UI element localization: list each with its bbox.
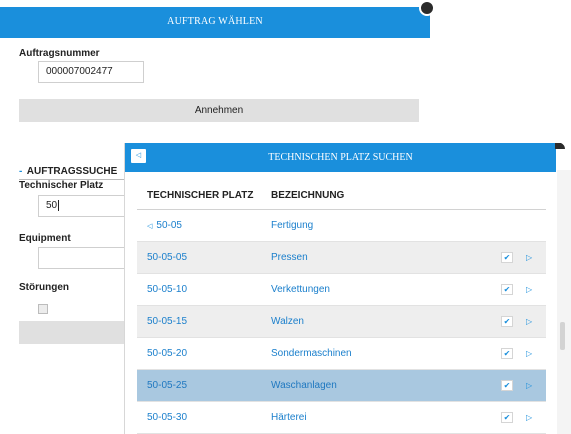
place-cell: 50-05-10 [147,284,188,295]
table-row[interactable]: 50-05-20 Sondermaschinen ✔ ▷ [137,338,546,370]
faults-label: Störungen [19,282,69,293]
place-cell: 50-05-15 [147,316,188,327]
triangle-right-icon[interactable]: ▷ [526,338,532,369]
technical-place-input[interactable]: 50 [38,195,138,217]
name-cell: Verkettungen [271,284,330,295]
parent-place-text: 50-05 [156,220,182,231]
faults-checkbox[interactable] [38,304,48,314]
place-cell: 50-05-25 [147,380,188,391]
order-dialog-title: AUFTRAG WÄHLEN [167,16,263,27]
place-cell: 50-05-20 [147,348,188,359]
place-cell: 50-05-05 [147,252,188,263]
name-cell: Härterei [271,412,307,423]
scrollbar-thumb[interactable] [560,322,565,350]
triangle-right-icon[interactable]: ▷ [526,370,532,401]
order-number-field[interactable]: 000007002477 [38,61,144,83]
equipment-input[interactable] [38,247,138,269]
checkmark-icon[interactable]: ✔ [501,284,513,295]
collapse-minus-icon: - [19,166,23,177]
column-header-place[interactable]: TECHNISCHER PLATZ [147,183,253,209]
checkmark-icon[interactable]: ✔ [501,412,513,423]
technical-place-label: Technischer Platz [19,180,104,191]
triangle-right-icon[interactable]: ▷ [526,242,532,273]
order-search-title-text: AUFTRAGSSUCHE [26,166,118,177]
triangle-right-icon[interactable]: ▷ [526,274,532,305]
back-arrow-icon: ◁ [147,223,153,230]
order-number-label: Auftragsnummer [19,48,100,59]
triangle-right-icon[interactable]: ▷ [526,306,532,337]
place-cell: 50-05-30 [147,412,188,423]
order-dialog-header: AUFTRAG WÄHLEN [0,7,430,38]
table-row[interactable]: 50-05-15 Walzen ✔ ▷ [137,306,546,338]
technical-place-value: 50 [46,200,58,211]
accept-button[interactable]: Annehmen [19,99,419,122]
name-cell: Walzen [271,316,304,327]
checkmark-icon[interactable]: ✔ [501,348,513,359]
parent-name-cell: Fertigung [271,220,314,231]
table-row-selected[interactable]: 50-05-25 Waschanlagen ✔ ▷ [137,370,546,402]
parent-place-cell: ◁ 50-05 [147,210,182,242]
parent-row[interactable]: ◁ 50-05 Fertigung [137,210,546,242]
dialog-corner-decoration [555,143,565,149]
text-cursor [58,199,60,211]
table-row[interactable]: 50-05-10 Verkettungen ✔ ▷ [137,274,546,306]
triangle-right-icon[interactable]: ▷ [526,402,532,433]
scrollbar-track[interactable] [557,170,571,434]
place-search-dialog: ◁ TECHNISCHEN PLATZ SUCHEN TECHNISCHER P… [124,143,556,434]
place-search-title: TECHNISCHEN PLATZ SUCHEN [268,152,413,163]
checkmark-icon[interactable]: ✔ [501,380,513,391]
name-cell: Pressen [271,252,308,263]
order-search-section-title[interactable]: - AUFTRAGSSUCHE [19,166,117,177]
table-row[interactable]: 50-05-30 Härterei ✔ ▷ [137,402,546,434]
close-circle-icon[interactable] [419,0,435,16]
checkmark-icon[interactable]: ✔ [501,252,513,263]
table-row[interactable]: 50-05-05 Pressen ✔ ▷ [137,242,546,274]
equipment-label: Equipment [19,233,71,244]
name-cell: Sondermaschinen [271,348,352,359]
checkmark-icon[interactable]: ✔ [501,316,513,327]
place-search-header: ◁ TECHNISCHEN PLATZ SUCHEN [125,143,556,172]
name-cell: Waschanlagen [271,380,337,391]
column-header-name[interactable]: BEZEICHNUNG [271,183,344,209]
search-button[interactable] [19,321,131,344]
